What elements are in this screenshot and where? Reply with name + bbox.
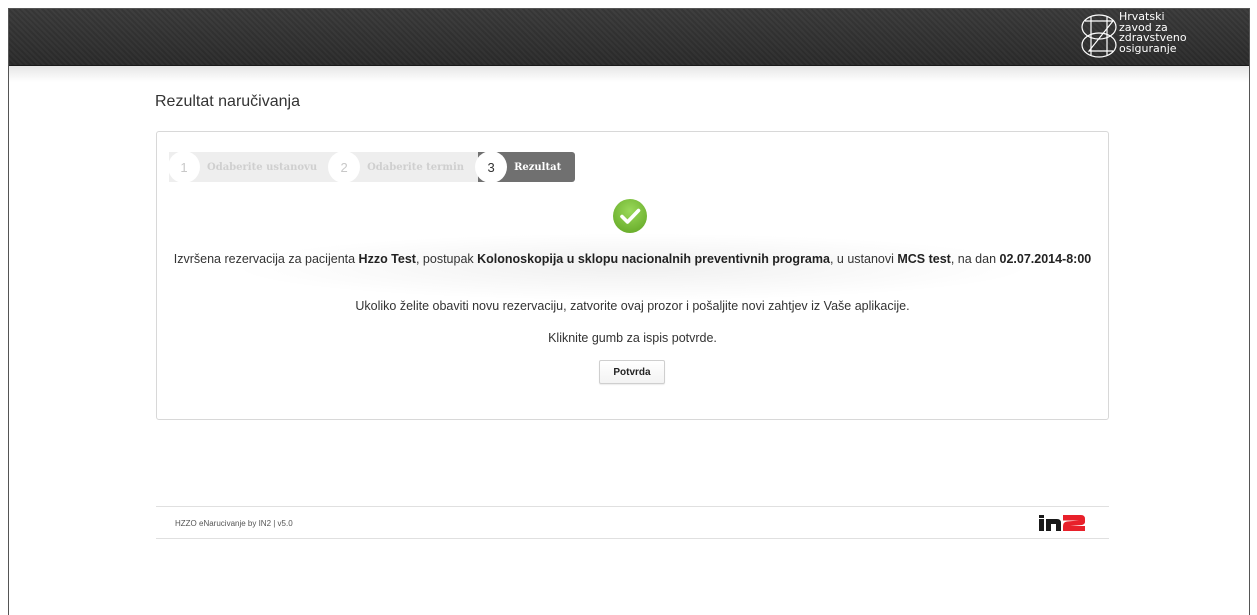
in2-logo-icon [1039,515,1085,531]
new-reservation-info: Ukoliko želite obaviti novu rezervaciju,… [355,299,910,313]
step-label: Odaberite termin [367,161,465,173]
summary-text: , na dan [950,252,1000,266]
step-select-institution: 1 Odaberite ustanovu [169,152,332,182]
procedure-name: Kolonoskopija u sklopu nacionalnih preve… [477,252,830,266]
check-circle-icon [613,199,647,233]
summary-text: Izvršena rezervacija za pacijenta [173,252,359,266]
header-bar: Hrvatski zavod za zdravstveno osiguranje [9,9,1249,66]
footer-divider [156,538,1109,539]
shadow-glow [157,227,1108,307]
result-panel: 1 Odaberite ustanovu 2 Odaberite termin … [156,131,1109,420]
appointment-date: 02.07.2014-8:00 [999,252,1092,266]
step-result: 3 Rezultat [476,152,576,182]
print-info: Kliknite gumb za ispis potvrde. [548,331,717,345]
step-label: Odaberite ustanovu [207,161,318,173]
org-line: osiguranje [1119,41,1177,55]
step-number: 2 [329,152,360,182]
footer-divider [156,506,1109,507]
institution-name: MCS test [897,252,951,266]
summary-text: , u ustanovi [829,252,898,266]
footer-text: HZZO eNarucivanje by IN2 | v5.0 [175,519,293,528]
reservation-summary: Izvršena rezervacija za pacijenta Hzzo T… [157,252,1108,266]
step-number: 3 [476,152,507,182]
step-select-term: 2 Odaberite termin [329,152,479,182]
header-shadow [9,66,1249,82]
organization-name: Hrvatski zavod za zdravstveno osiguranje [1119,11,1187,55]
patient-name: Hzzo Test [358,252,416,266]
wizard-steps: 1 Odaberite ustanovu 2 Odaberite termin … [169,152,576,182]
step-number: 1 [169,152,199,182]
print-confirmation-button[interactable]: Potvrda [599,360,665,384]
app-window: Hrvatski zavod za zdravstveno osiguranje… [8,8,1250,615]
page-title: Rezultat naručivanja [155,93,300,110]
summary-text: , postupak [415,252,478,266]
hzzo-logo-icon [1081,14,1117,58]
step-label: Rezultat [514,161,562,173]
